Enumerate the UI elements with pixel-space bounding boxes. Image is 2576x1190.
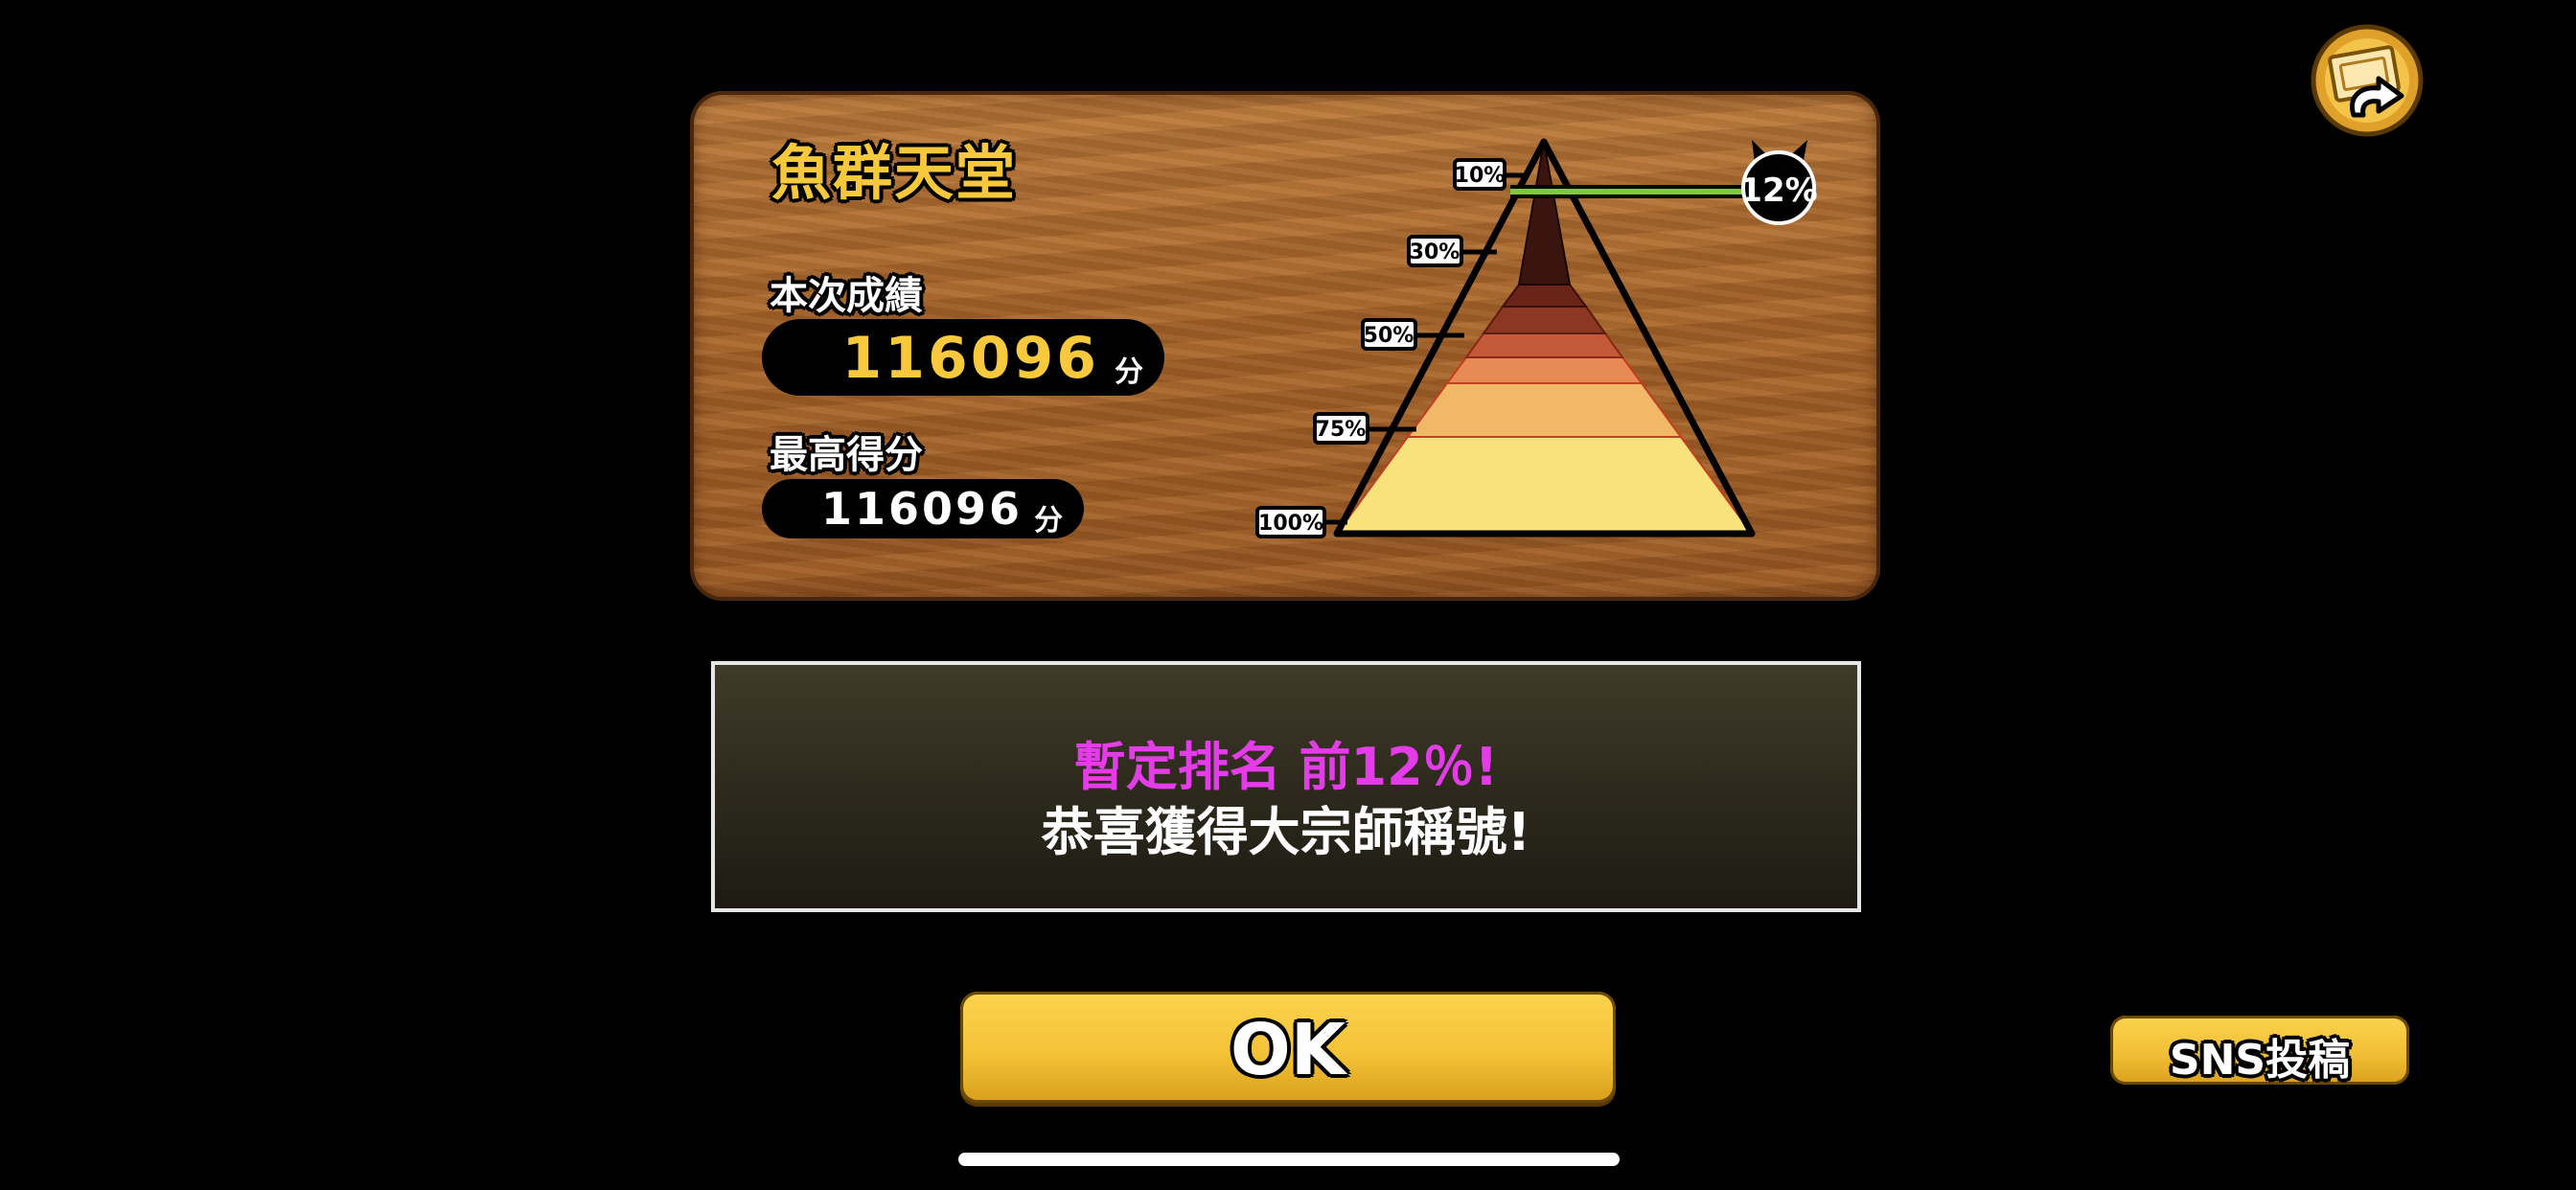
pyramid-band-1: [1517, 141, 1572, 286]
current-score-value: 116096: [841, 325, 1099, 392]
back-button[interactable]: [2310, 23, 2425, 138]
rank-pyramid: 10% 30% 50% 75% 100% 12%: [1255, 138, 1818, 538]
home-indicator: [958, 1153, 1620, 1166]
ok-button-label: OK: [1230, 1009, 1346, 1091]
best-score-box: 116096 分: [762, 479, 1084, 538]
tier-label-10: 10%: [1455, 164, 1506, 188]
tier-label-100: 100%: [1258, 512, 1323, 536]
pyramid-band-4: [1464, 332, 1624, 358]
pyramid-band-3: [1482, 306, 1607, 334]
tier-label-30: 30%: [1410, 240, 1460, 264]
ok-button[interactable]: OK: [960, 992, 1616, 1103]
pyramid-band-5: [1445, 356, 1644, 384]
pyramid-band-7: [1335, 436, 1754, 535]
tier-label-50: 50%: [1364, 324, 1414, 348]
tier-tick-10: 10%: [1453, 158, 1529, 191]
rank-message-box: 暫定排名 前12％! 恭喜獲得大宗師稱號!: [711, 661, 1861, 912]
pyramid-band-6: [1406, 382, 1683, 438]
current-score-unit: 分: [1115, 355, 1143, 389]
best-score-unit: 分: [1034, 504, 1063, 538]
stage-title: 魚群天堂: [771, 138, 1018, 208]
title-award-text: 恭喜獲得大宗師稱號!: [1041, 802, 1531, 862]
rank-marker-value: 12%: [1739, 172, 1817, 210]
best-score-value: 116096: [820, 483, 1023, 535]
current-score-label: 本次成績: [770, 274, 923, 318]
back-arrow-icon: [2311, 24, 2424, 137]
current-score-box: 116096 分: [762, 319, 1164, 396]
tier-label-75: 75%: [1316, 418, 1367, 442]
pyramid-band-2: [1501, 284, 1588, 308]
sns-post-label: SNS投稿: [2169, 1036, 2351, 1085]
sns-post-button[interactable]: SNS投稿: [2110, 1016, 2409, 1085]
best-score-label: 最高得分: [770, 433, 923, 477]
